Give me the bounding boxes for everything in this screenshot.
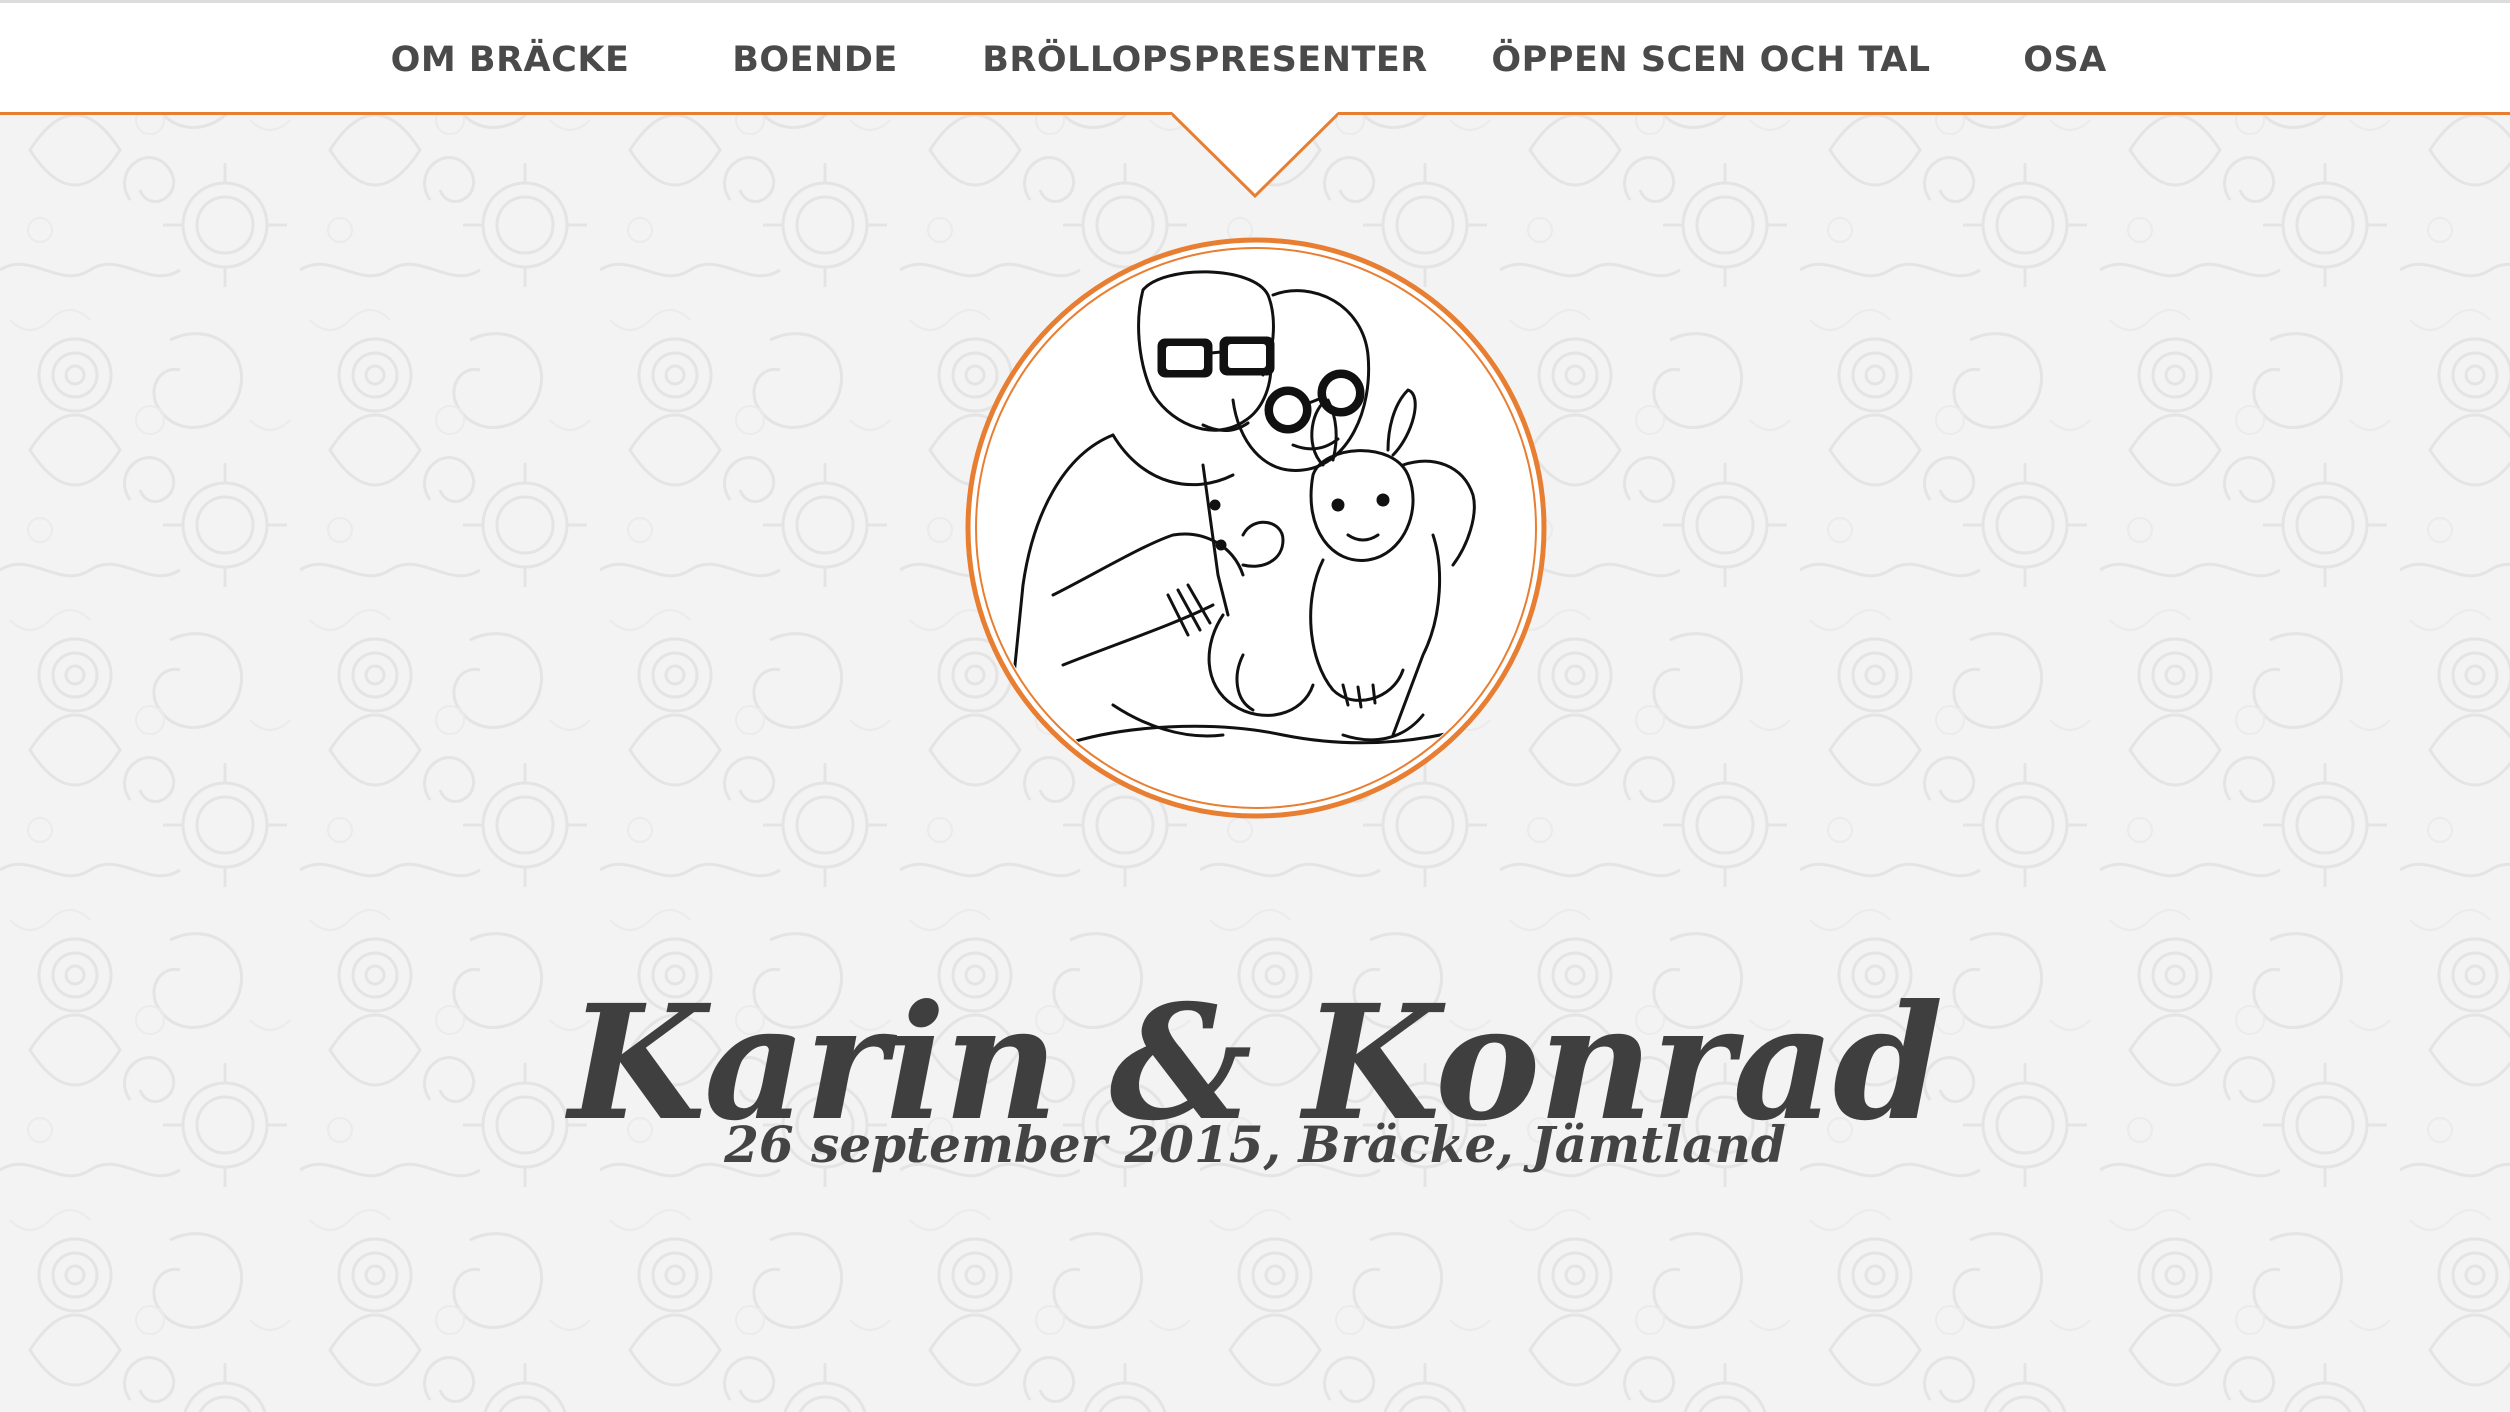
nav-link-boende[interactable]: BOENDE bbox=[732, 35, 898, 85]
nav-link-osa[interactable]: OSA bbox=[2023, 35, 2107, 85]
couple-illustration-icon bbox=[965, 237, 1547, 819]
nav-link-oppen-scen-och-tal[interactable]: ÖPPEN SCEN OCH TAL bbox=[1491, 35, 1930, 85]
top-navigation-bar: OM BRÄCKE BOENDE BRÖLLOPSPRESENTER ÖPPEN… bbox=[0, 0, 2510, 115]
active-nav-indicator bbox=[1172, 112, 1338, 198]
wedding-date-location: 26 september 2015, Bräcke, Jämtland bbox=[724, 1115, 1786, 1174]
couple-portrait bbox=[963, 235, 1549, 821]
nav-link-om-bracke[interactable]: OM BRÄCKE bbox=[391, 35, 630, 85]
nav-link-brollopspresenter[interactable]: BRÖLLOPSPRESENTER bbox=[982, 35, 1428, 85]
